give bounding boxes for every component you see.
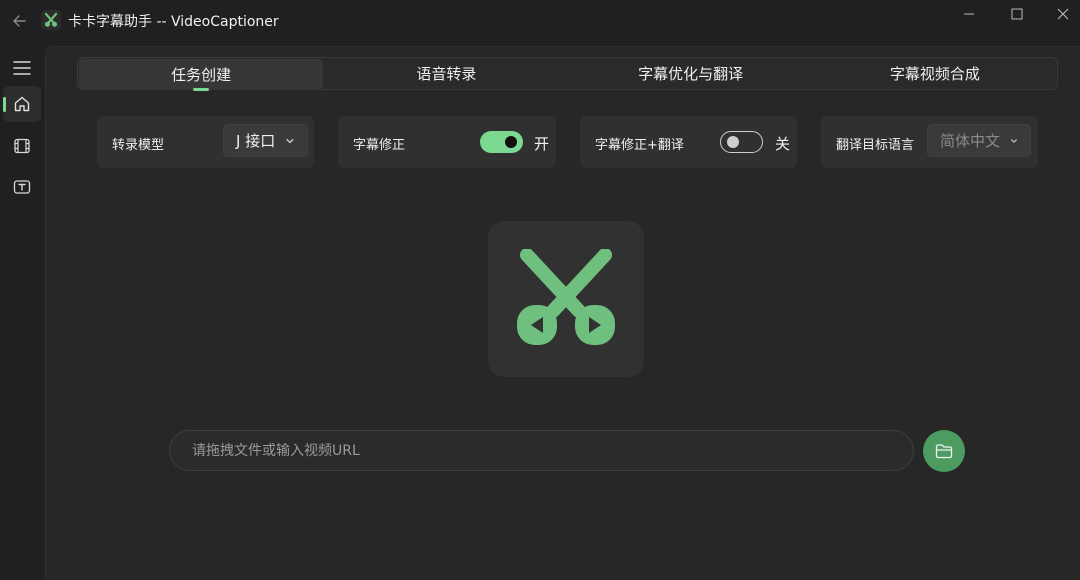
active-indicator [3, 97, 6, 112]
scissors-icon [44, 12, 58, 27]
url-input[interactable] [169, 430, 914, 471]
menu-button[interactable] [3, 50, 41, 86]
tab-task-create[interactable]: 任务创建 [79, 59, 324, 91]
film-icon [14, 138, 30, 154]
correction-card: 字幕修正 开 [338, 116, 556, 168]
model-select[interactable]: J 接口 [223, 124, 308, 157]
arrow-left-icon [13, 15, 26, 27]
sidebar-item-video[interactable] [3, 128, 41, 164]
close-icon [1057, 8, 1069, 20]
hamburger-icon [13, 61, 31, 75]
sidebar-item-subtitle[interactable] [3, 169, 41, 205]
tab-active-indicator [193, 88, 210, 91]
correction-translate-card: 字幕修正+翻译 关 [580, 116, 797, 168]
scissors-icon [517, 249, 615, 345]
maximize-icon [1011, 8, 1023, 20]
browse-folder-button[interactable] [923, 430, 965, 472]
chevron-down-icon [1011, 138, 1017, 143]
correction-translate-state: 关 [775, 135, 791, 153]
correction-translate-toggle[interactable] [720, 131, 763, 153]
sidebar-item-home[interactable] [3, 86, 41, 122]
tab-transcription[interactable]: 语音转录 [324, 58, 568, 89]
tab-video-synthesis[interactable]: 字幕视频合成 [813, 58, 1057, 89]
chevron-down-icon [286, 138, 294, 143]
sidebar [0, 42, 45, 580]
maximize-button[interactable] [994, 0, 1040, 28]
target-language-card: 翻译目标语言 简体中文 [821, 116, 1038, 168]
model-value: J 接口 [236, 132, 276, 150]
correction-translate-label: 字幕修正+翻译 [595, 138, 684, 153]
model-card: 转录模型 J 接口 [97, 116, 314, 168]
target-language-select[interactable]: 简体中文 [927, 124, 1031, 157]
app-window: 卡卡字幕助手 -- VideoCaptioner 任务创建 语音转录 字幕优化与… [0, 0, 1080, 580]
app-logo-large [488, 221, 644, 377]
correction-label: 字幕修正 [353, 138, 406, 153]
tab-optimize-translate[interactable]: 字幕优化与翻译 [569, 58, 813, 89]
window-title: 卡卡字幕助手 -- VideoCaptioner [68, 14, 279, 30]
target-language-value: 简体中文 [940, 132, 1001, 150]
home-icon [14, 96, 30, 112]
tab-label: 任务创建 [171, 66, 232, 84]
app-logo [41, 10, 61, 30]
tab-bar: 任务创建 语音转录 字幕优化与翻译 字幕视频合成 [77, 57, 1058, 91]
main-panel: 任务创建 语音转录 字幕优化与翻译 字幕视频合成 转录模型 J 接口 字幕修正 [45, 46, 1080, 580]
close-button[interactable] [1040, 0, 1080, 28]
correction-toggle[interactable] [480, 131, 523, 153]
tab-label: 语音转录 [416, 65, 477, 83]
toggle-knob [727, 136, 739, 148]
target-language-label: 翻译目标语言 [836, 138, 915, 153]
title-bar: 卡卡字幕助手 -- VideoCaptioner [0, 0, 1080, 42]
folder-icon [935, 444, 953, 459]
toggle-knob [505, 136, 517, 148]
tab-label: 字幕视频合成 [889, 65, 980, 83]
minimize-icon [964, 13, 974, 15]
tab-label: 字幕优化与翻译 [638, 65, 744, 83]
model-label: 转录模型 [112, 138, 165, 153]
back-button[interactable] [6, 8, 32, 34]
correction-state: 开 [534, 135, 550, 153]
text-box-icon [13, 180, 31, 194]
minimize-button[interactable] [946, 0, 992, 28]
